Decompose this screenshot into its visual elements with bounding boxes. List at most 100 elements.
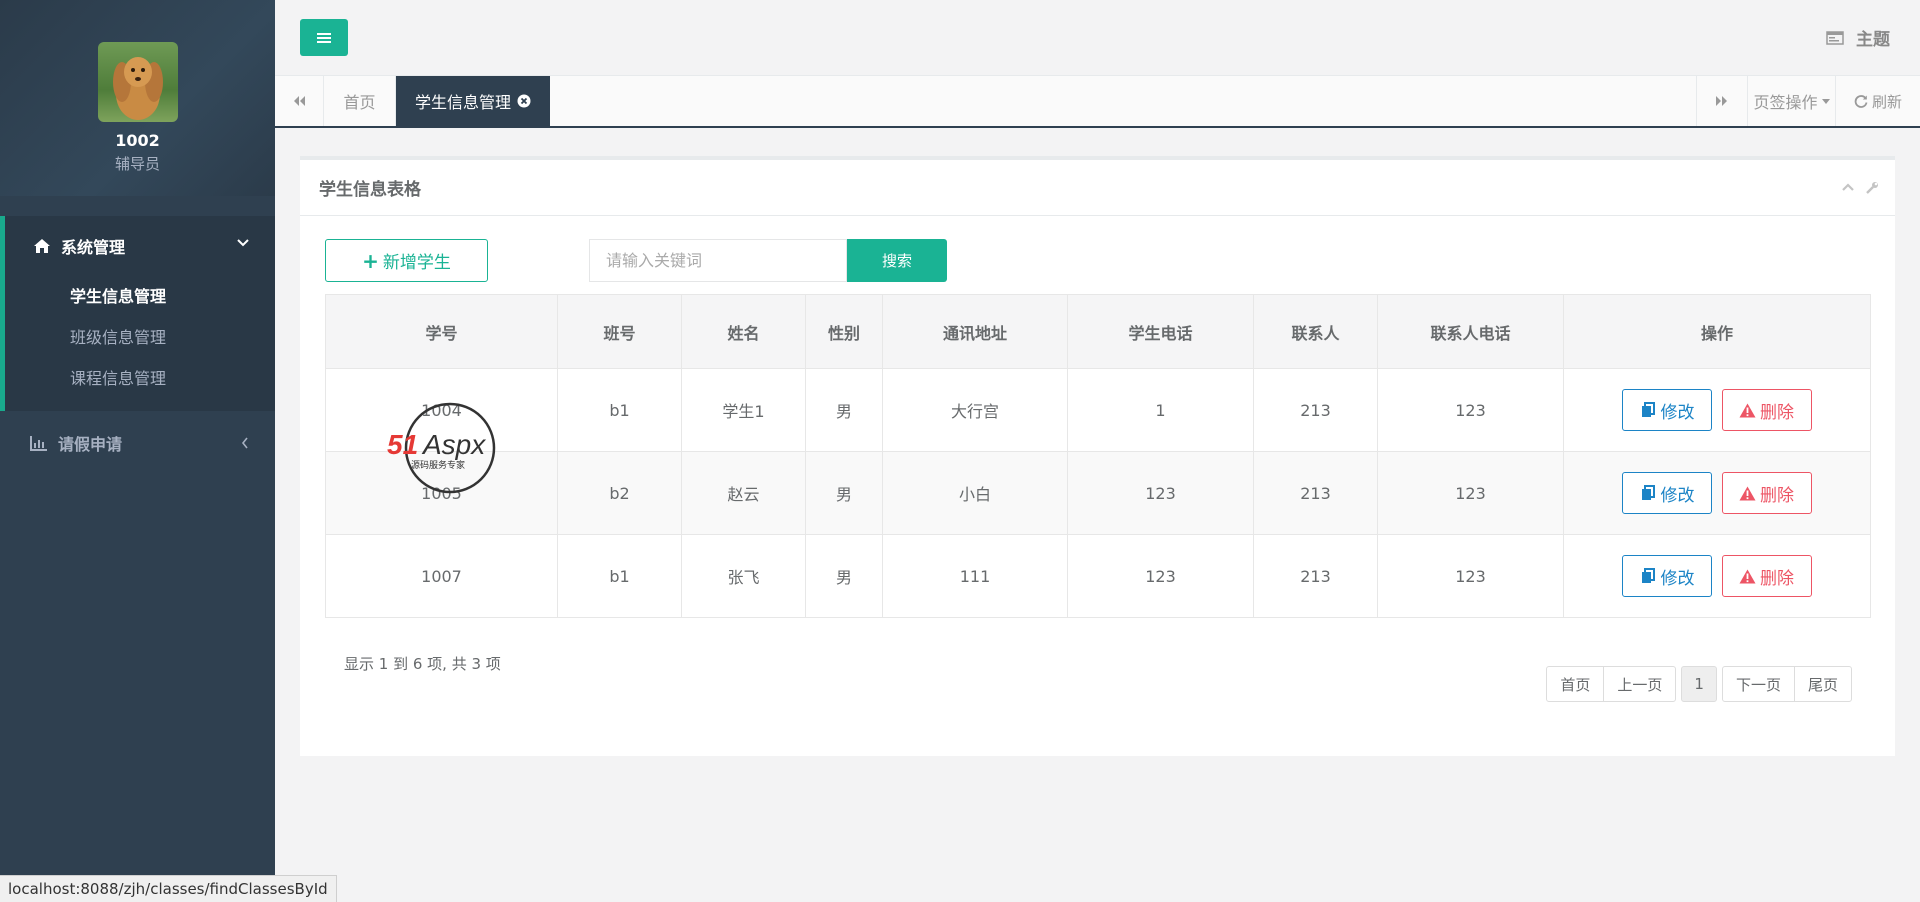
- tab-student-info[interactable]: 学生信息管理: [396, 76, 550, 126]
- menu-system-label: 系统管理: [61, 238, 126, 257]
- cell-contact: 213: [1253, 368, 1378, 452]
- copy-icon: [1642, 402, 1656, 417]
- chevron-down-icon: [237, 239, 249, 247]
- edit-button[interactable]: 修改: [1622, 472, 1713, 514]
- pagination: 首页 上一页 1 下一页 尾页: [1546, 666, 1852, 702]
- cell-class-id: b1: [557, 368, 682, 452]
- cell-class-id: b1: [557, 534, 682, 618]
- column-header[interactable]: 联系人: [1253, 294, 1378, 369]
- delete-button[interactable]: 删除: [1721, 472, 1812, 514]
- close-icon[interactable]: [517, 94, 531, 108]
- page-last-button[interactable]: 尾页: [1793, 666, 1852, 702]
- cell-student-phone: 1: [1067, 368, 1254, 452]
- column-header[interactable]: 班号: [557, 294, 682, 369]
- cell-student-phone: 123: [1067, 451, 1254, 535]
- sidebar: 1002 辅导员 系统管理 学生信息管理 班级信息管理 课程信息管理 请假申请: [0, 0, 275, 902]
- cell-class-id: b2: [557, 451, 682, 535]
- refresh-button[interactable]: 刷新: [1836, 76, 1920, 126]
- svg-text:Aspx: Aspx: [421, 429, 486, 460]
- menu-leave-request[interactable]: 请假申请: [0, 413, 275, 473]
- chevron-left-icon: [241, 437, 248, 449]
- sidebar-item-student-info[interactable]: 学生信息管理: [5, 276, 275, 317]
- avatar[interactable]: [97, 42, 178, 122]
- panel-header: 学生信息表格: [300, 160, 1895, 216]
- cell-contact-phone: 123: [1377, 451, 1564, 535]
- copy-icon: [1642, 568, 1656, 583]
- edit-button[interactable]: 修改: [1622, 389, 1713, 431]
- top-navbar: 主题: [275, 0, 1920, 76]
- search-input[interactable]: [589, 239, 847, 282]
- add-student-label: 新增学生: [382, 253, 451, 273]
- home-icon: [34, 239, 50, 253]
- cell-gender: 男: [805, 534, 883, 618]
- refresh-icon: [1854, 95, 1868, 108]
- theme-icon: [1826, 30, 1844, 45]
- edit-label: 修改: [1660, 485, 1695, 506]
- toggle-sidebar-button[interactable]: [300, 19, 348, 56]
- delete-label: 删除: [1760, 402, 1795, 423]
- bar-chart-icon: [30, 436, 47, 451]
- search-button[interactable]: 搜索: [847, 239, 947, 282]
- delete-label: 删除: [1760, 485, 1795, 506]
- sidebar-item-course-info[interactable]: 课程信息管理: [5, 358, 275, 399]
- theme-button[interactable]: 主题: [1826, 25, 1890, 50]
- browser-status-url: localhost:8088/zjh/classes/findClassesBy…: [0, 875, 337, 902]
- tab-student-info-label: 学生信息管理: [415, 93, 512, 112]
- cell-contact: 213: [1253, 451, 1378, 535]
- page-tabs-bar: 首页 学生信息管理 页签操作 刷新: [275, 76, 1920, 128]
- column-header[interactable]: 通讯地址: [882, 294, 1068, 369]
- warning-icon: [1739, 569, 1756, 583]
- cell-name: 张飞: [681, 534, 806, 618]
- delete-button[interactable]: 删除: [1721, 389, 1812, 431]
- tabs-scroll-left-button[interactable]: [275, 76, 324, 126]
- column-header[interactable]: 联系人电话: [1377, 294, 1564, 369]
- cell-name: 学生1: [681, 368, 806, 452]
- column-header[interactable]: 学生电话: [1067, 294, 1254, 369]
- cell-student-id: 1007: [325, 534, 558, 618]
- warning-icon: [1739, 403, 1756, 417]
- collapse-icon[interactable]: [1841, 181, 1855, 193]
- cell-actions: 修改 删除: [1563, 451, 1871, 535]
- edit-button[interactable]: 修改: [1622, 555, 1713, 597]
- panel-title: 学生信息表格: [319, 180, 421, 200]
- page-next-button[interactable]: 下一页: [1721, 666, 1795, 702]
- menu-leave-label: 请假申请: [58, 435, 123, 454]
- delete-button[interactable]: 删除: [1721, 555, 1812, 597]
- panel-tools: [1841, 181, 1879, 195]
- wrench-icon[interactable]: [1865, 181, 1879, 195]
- column-header[interactable]: 姓名: [681, 294, 806, 369]
- page-current[interactable]: 1: [1681, 666, 1717, 702]
- edit-label: 修改: [1660, 568, 1695, 589]
- cell-name: 赵云: [681, 451, 806, 535]
- svg-text:源码服务专家: 源码服务专家: [411, 459, 465, 471]
- svg-text:51: 51: [387, 429, 418, 460]
- cell-student-phone: 123: [1067, 534, 1254, 618]
- cell-contact-phone: 123: [1377, 534, 1564, 618]
- add-student-button[interactable]: + 新增学生: [325, 239, 488, 282]
- copy-icon: [1642, 485, 1656, 500]
- menu-system-management[interactable]: 系统管理: [5, 216, 275, 276]
- cell-contact: 213: [1253, 534, 1378, 618]
- watermark-logo: 51 Aspx 源码服务专家: [387, 402, 496, 494]
- profile-panel: 1002 辅导员: [0, 0, 275, 196]
- menu-group-system: 系统管理 学生信息管理 班级信息管理 课程信息管理: [0, 216, 275, 411]
- tab-operations-dropdown[interactable]: 页签操作: [1748, 76, 1836, 126]
- tab-home[interactable]: 首页: [324, 76, 396, 126]
- table-row: 1005 b2 赵云 男 小白 123 213 123 修改 删除: [325, 451, 1871, 535]
- cell-address: 111: [882, 534, 1068, 618]
- plus-icon: +: [362, 248, 379, 273]
- warning-icon: [1739, 486, 1756, 500]
- column-header[interactable]: 学号: [325, 294, 558, 369]
- sidebar-item-class-info[interactable]: 班级信息管理: [5, 317, 275, 358]
- table-row: 1004 b1 学生1 男 大行宫 1 213 123 修改 删除: [325, 368, 1871, 452]
- table-row: 1007 b1 张飞 男 111 123 213 123 修改 删除: [325, 534, 1871, 618]
- menu-icon: [317, 32, 331, 43]
- profile-role: 辅导员: [114, 155, 160, 173]
- page-first-button[interactable]: 首页: [1546, 666, 1605, 702]
- column-header[interactable]: 性别: [805, 294, 883, 369]
- profile-name: 1002: [115, 131, 160, 150]
- page-prev-button[interactable]: 上一页: [1603, 666, 1677, 702]
- tabs-scroll-right-button[interactable]: [1696, 76, 1748, 126]
- delete-label: 删除: [1760, 568, 1795, 589]
- table-header-row: 学号 班号 姓名 性别 通讯地址 学生电话 联系人 联系人电话 操作: [325, 294, 1871, 369]
